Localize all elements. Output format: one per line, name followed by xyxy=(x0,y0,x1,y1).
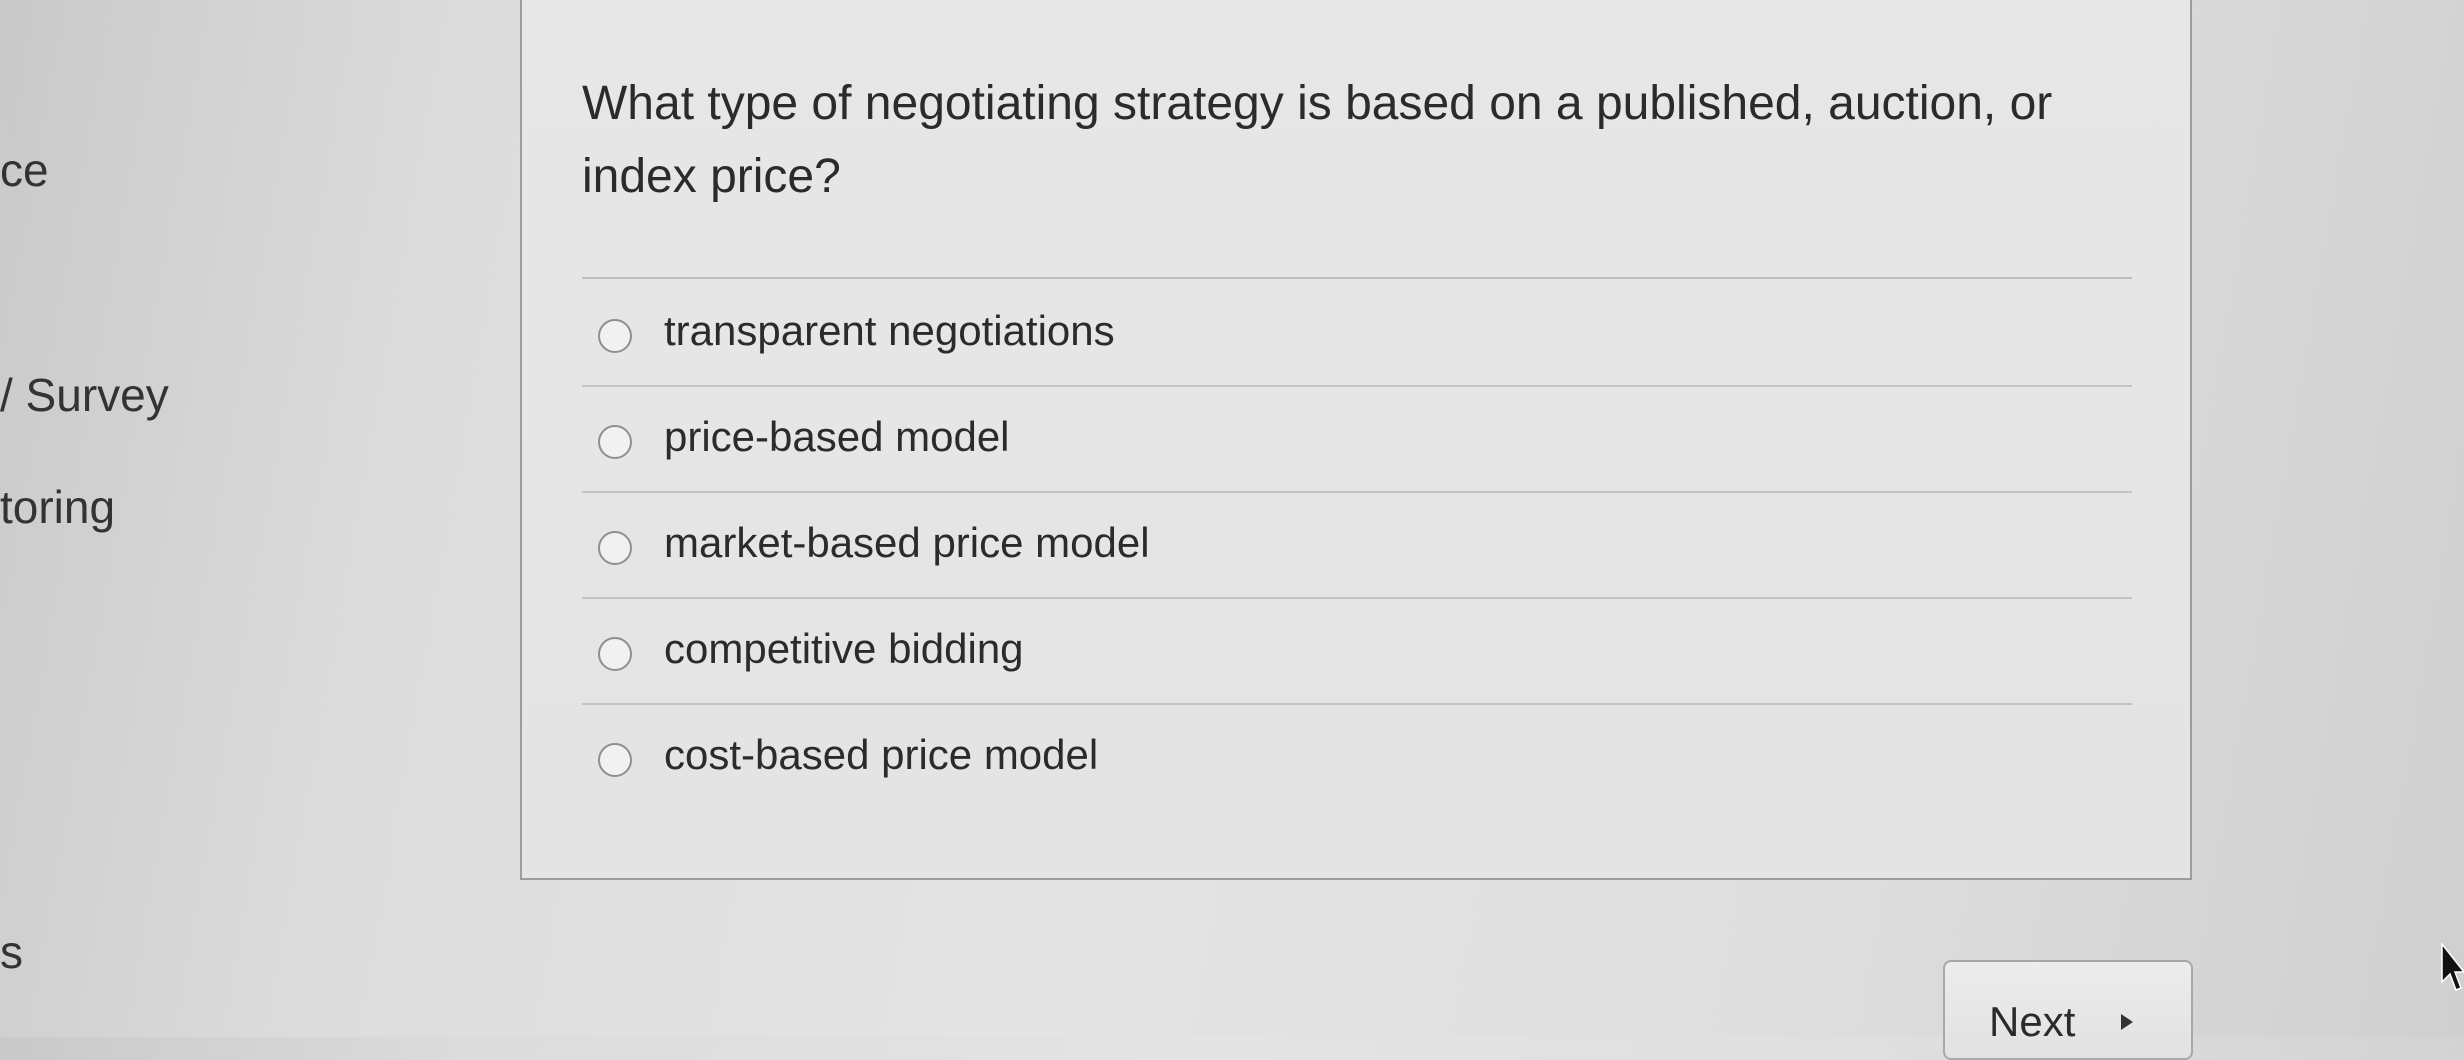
question-card: What type of negotiating strategy is bas… xyxy=(520,0,2192,880)
radio-unchecked-icon[interactable] xyxy=(598,319,632,353)
radio-unchecked-icon[interactable] xyxy=(598,743,632,777)
option-label[interactable]: competitive bidding xyxy=(664,625,1024,673)
answer-option-market-based-price-model[interactable]: market-based price model xyxy=(582,493,2132,599)
radio-unchecked-icon[interactable] xyxy=(598,425,632,459)
next-button[interactable]: Next xyxy=(1943,960,2193,1060)
sidebar-item-survey[interactable]: / Survey xyxy=(0,368,169,422)
option-label[interactable]: cost-based price model xyxy=(664,731,1098,779)
answer-option-cost-based-price-model[interactable]: cost-based price model xyxy=(582,705,2132,811)
answer-option-competitive-bidding[interactable]: competitive bidding xyxy=(582,599,2132,705)
sidebar-item-s[interactable]: s xyxy=(0,925,23,979)
answer-option-transparent-negotiations[interactable]: transparent negotiations xyxy=(582,281,2132,387)
question-divider xyxy=(582,277,2132,279)
next-button-label[interactable]: Next xyxy=(1989,998,2075,1046)
answer-options: transparent negotiations price-based mod… xyxy=(582,281,2132,811)
option-label[interactable]: transparent negotiations xyxy=(664,307,1115,355)
sidebar-item-monitoring[interactable]: toring xyxy=(0,480,115,534)
option-label[interactable]: price-based model xyxy=(664,413,1010,461)
option-label[interactable]: market-based price model xyxy=(664,519,1150,567)
question-text: What type of negotiating strategy is bas… xyxy=(582,77,2053,203)
answer-option-price-based-model[interactable]: price-based model xyxy=(582,387,2132,493)
radio-unchecked-icon[interactable] xyxy=(598,637,632,671)
radio-unchecked-icon[interactable] xyxy=(598,531,632,565)
play-triangle-icon xyxy=(2121,1014,2133,1030)
mouse-pointer-icon xyxy=(2441,942,2464,991)
sidebar-item-ce[interactable]: ce xyxy=(0,143,49,197)
